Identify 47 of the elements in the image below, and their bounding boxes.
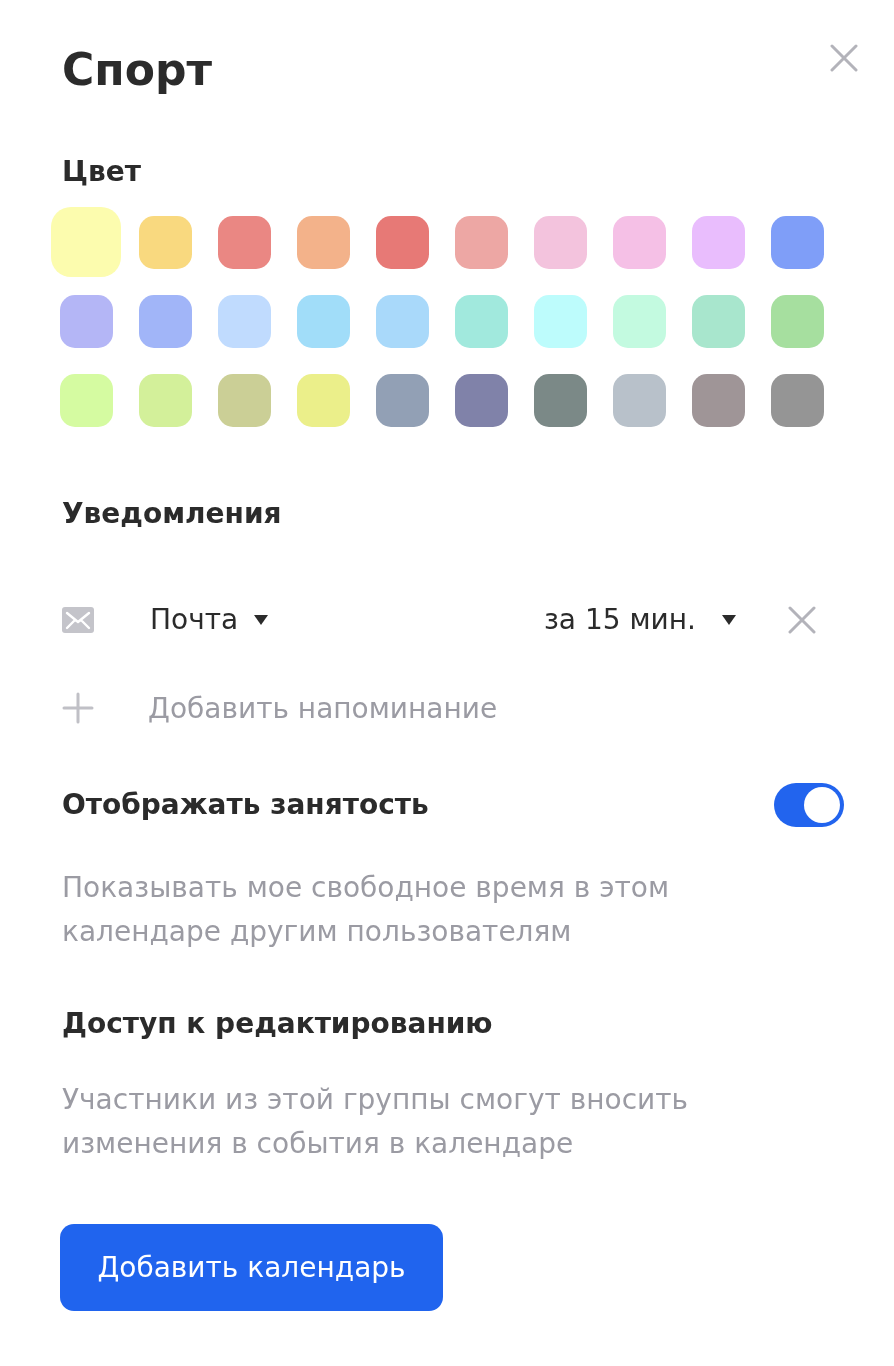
plus-icon — [62, 692, 94, 724]
add-calendar-button[interactable]: Добавить календарь — [60, 1224, 443, 1311]
close-icon[interactable] — [788, 606, 816, 634]
color-swatch-icon[interactable] — [217, 215, 271, 269]
section-title: Отображать занятость — [62, 787, 429, 823]
color-swatch-icon[interactable] — [375, 294, 429, 348]
color-swatch-icon[interactable] — [770, 373, 824, 427]
color-swatch-icon[interactable] — [533, 373, 587, 427]
color-swatch-icon[interactable] — [217, 373, 271, 427]
caret-icon — [254, 615, 269, 625]
time-dropdown[interactable]: за 15 мин. — [544, 600, 736, 640]
color-swatch-icon[interactable] — [296, 215, 350, 269]
description-text: Участники из этой группы смогут вносить изменения в события в календаре — [62, 1082, 690, 1162]
color-swatch-icon[interactable] — [612, 373, 666, 427]
color-swatch-icon[interactable] — [59, 373, 113, 427]
channel-dropdown[interactable]: Почта — [150, 600, 269, 640]
description-text: Показывать мое свободное время в этом календаре другим пользователям — [62, 870, 671, 950]
color-swatch-icon[interactable] — [217, 294, 271, 348]
color-swatch-icon[interactable] — [375, 373, 429, 427]
section-title: Уведомления — [62, 496, 283, 532]
color-swatch-icon[interactable] — [454, 373, 508, 427]
close-icon[interactable] — [830, 44, 858, 72]
color-swatch-icon[interactable] — [612, 294, 666, 348]
color-swatch-icon[interactable] — [375, 215, 429, 269]
color-swatch-icon[interactable] — [691, 294, 745, 348]
color-swatch-icon[interactable] — [691, 215, 745, 269]
color-swatch-icon[interactable] — [51, 207, 121, 277]
toggle-switch[interactable] — [774, 783, 844, 827]
color-swatch-icon[interactable] — [691, 373, 745, 427]
dialog-title: Спорт — [62, 43, 212, 97]
color-swatch-icon[interactable] — [770, 294, 824, 348]
caret-icon — [722, 615, 736, 625]
color-swatch-icon[interactable] — [454, 294, 508, 348]
color-swatch-icon[interactable] — [138, 215, 192, 269]
section-title: Доступ к редактированию — [62, 1006, 494, 1042]
color-swatch-icon[interactable] — [454, 215, 508, 269]
section-title: Цвет — [62, 154, 142, 190]
color-swatch-icon[interactable] — [533, 215, 587, 269]
color-swatch-icon[interactable] — [138, 294, 192, 348]
color-swatch-icon[interactable] — [612, 215, 666, 269]
color-swatch-icon[interactable] — [770, 215, 824, 269]
envelope-icon — [62, 607, 94, 633]
color-swatch-icon[interactable] — [59, 294, 113, 348]
color-swatch-icon[interactable] — [296, 294, 350, 348]
color-swatch-icon[interactable] — [138, 373, 192, 427]
color-swatch-icon[interactable] — [533, 294, 587, 348]
color-swatch-icon[interactable] — [296, 373, 350, 427]
